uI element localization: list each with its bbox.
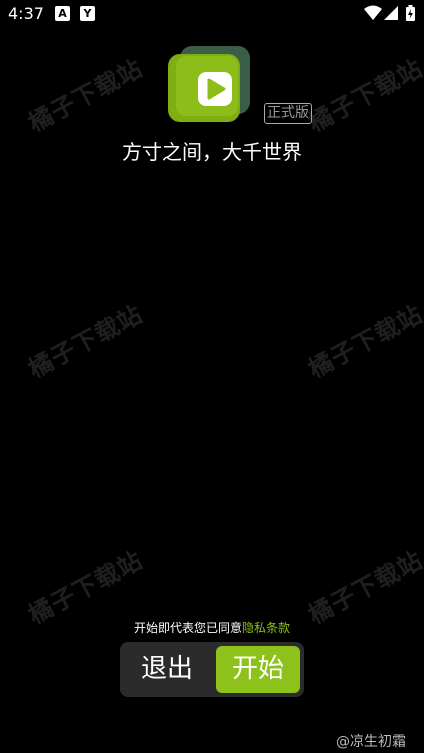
start-button[interactable]: 开始: [216, 646, 300, 693]
logo-front-layer: [168, 54, 240, 122]
action-bar: 退出 开始: [120, 642, 304, 697]
status-bar: 4:37 A Y: [0, 0, 424, 28]
exit-button[interactable]: 退出: [120, 642, 214, 697]
slogan: 方寸之间，大千世界: [122, 140, 302, 164]
y-notification-icon: Y: [80, 6, 95, 21]
play-icon-tile: [198, 72, 232, 106]
consent-text: 开始即代表您已同意隐私条款: [0, 619, 424, 637]
consent-prefix: 开始即代表您已同意: [133, 621, 242, 635]
play-icon: [207, 78, 226, 100]
signal-icon: [384, 6, 398, 20]
watermark: 橘子下载站: [303, 300, 424, 384]
version-badge: 正式版: [264, 103, 312, 124]
watermark: 橘子下载站: [303, 546, 424, 630]
watermark: 橘子下载站: [23, 546, 148, 630]
app-logo: [168, 46, 252, 124]
privacy-link[interactable]: 隐私条款: [242, 621, 290, 635]
a-notification-icon: A: [55, 6, 70, 21]
footer-credit: @凉生初霜: [336, 734, 406, 750]
watermark: 橘子下载站: [23, 300, 148, 384]
status-time: 4:37: [8, 4, 44, 23]
watermark: 橘子下载站: [23, 54, 148, 138]
battery-icon: [406, 5, 415, 21]
watermark: 橘子下载站: [303, 54, 424, 138]
wifi-icon: [364, 5, 382, 20]
